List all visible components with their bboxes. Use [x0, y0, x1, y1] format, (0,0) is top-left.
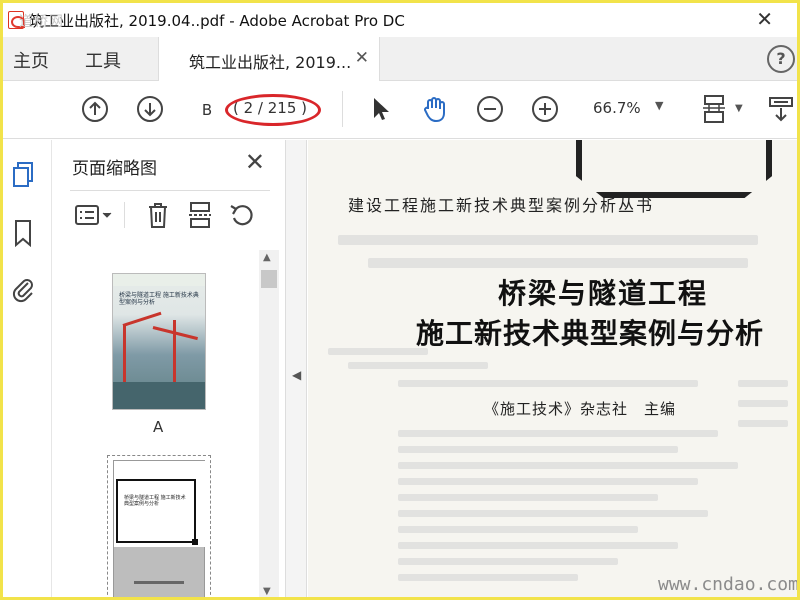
options-menu-icon[interactable]	[72, 200, 116, 230]
navigation-rail	[3, 140, 43, 597]
scroll-down-icon[interactable]: ▼	[263, 586, 271, 597]
document-tab-close-button[interactable]: ✕	[355, 48, 369, 68]
page-fit-chevron-icon[interactable]: ▼	[735, 103, 743, 114]
hand-icon[interactable]	[421, 95, 449, 123]
zoom-level[interactable]: 66.7%	[593, 99, 641, 117]
document-tab-label: 筑工业出版社, 2019...	[189, 53, 352, 72]
thumbnail-page-2-text: 桥梁与隧道工程 施工新技术典型案例与分析	[124, 495, 186, 507]
app-window: 道桥网 筑工业出版社, 2019.04..pdf - Adobe Acrobat…	[0, 0, 800, 600]
arrow-up-circle-icon[interactable]	[81, 95, 109, 123]
panel-divider	[70, 190, 270, 191]
series-title: 建设工程施工新技术典型案例分析丛书	[348, 196, 655, 215]
cover-frame-shape	[576, 140, 772, 198]
arrow-down-circle-icon[interactable]	[136, 95, 164, 123]
window-title: 筑工业出版社, 2019.04..pdf - Adobe Acrobat Pro…	[29, 11, 405, 30]
scrollbar-thumb[interactable]	[261, 270, 277, 288]
red-annotation-ellipse	[225, 94, 321, 126]
viewport-indicator[interactable]: 桥梁与隧道工程 施工新技术典型案例与分析	[116, 479, 198, 545]
panel-collapse-strip[interactable]: ◀	[285, 140, 307, 597]
thumbnail-page-2: 桥梁与隧道工程 施工新技术典型案例与分析	[113, 460, 206, 597]
editor-credit: 《施工技术》杂志社 主编	[484, 400, 677, 418]
help-button[interactable]: ?	[767, 45, 795, 73]
pages-icon[interactable]	[9, 160, 37, 190]
zoom-dropdown-chevron-icon[interactable]: ▼	[655, 99, 663, 112]
document-page: 建设工程施工新技术典型案例分析丛书 桥梁与隧道工程 施工新技术典型案例与分析 《…	[308, 140, 797, 597]
title-bar: 道桥网 筑工业出版社, 2019.04..pdf - Adobe Acrobat…	[3, 3, 797, 37]
page-fit-icon[interactable]	[701, 95, 729, 123]
scroll-up-icon[interactable]: ▲	[263, 252, 271, 263]
panel-scrollbar[interactable]: ▲ ▼	[259, 250, 279, 597]
zoom-out-icon[interactable]	[476, 95, 504, 123]
watermark-logo: 道桥网	[19, 14, 64, 30]
panel-tool-divider	[124, 202, 125, 228]
page-label-input[interactable]: B	[191, 98, 223, 122]
tab-document[interactable]: 筑工业出版社, 2019... ✕	[158, 37, 380, 81]
zoom-in-icon[interactable]	[531, 95, 559, 123]
tab-tools[interactable]: 工具	[85, 47, 121, 73]
main-title-line-1: 桥梁与隧道工程	[498, 277, 709, 310]
bookmark-icon[interactable]	[9, 218, 37, 248]
thumbnail-page-2-selected[interactable]: 桥梁与隧道工程 施工新技术典型案例与分析	[107, 455, 211, 597]
toolbar-divider	[342, 91, 343, 127]
insert-page-icon[interactable]	[186, 200, 214, 230]
toolbar: B ( 2 / 215 ) 66.7% ▼ ▼	[3, 81, 797, 139]
panel-close-button[interactable]: ✕	[245, 148, 265, 176]
main-title-line-2: 施工新技术典型案例与分析	[416, 317, 765, 350]
attachment-icon[interactable]	[9, 274, 37, 304]
tab-home[interactable]: 主页	[13, 47, 49, 73]
panel-title: 页面缩略图	[72, 159, 157, 179]
delete-icon[interactable]	[144, 200, 172, 230]
window-close-button[interactable]: ✕	[756, 7, 773, 31]
site-watermark: www.cndao.com	[658, 574, 797, 595]
thumbnail-label: A	[153, 418, 164, 436]
rotate-icon[interactable]	[228, 200, 256, 230]
pointer-icon[interactable]	[367, 95, 395, 123]
more-tools-icon[interactable]	[767, 95, 795, 123]
thumbnail-panel: 页面缩略图 ✕ ▲ ▼ 桥梁与隧道工程 施工新技术典型案例与分析 A 桥梁与隧道…	[51, 140, 281, 597]
tab-bar: 主页 工具 筑工业出版社, 2019... ✕ ?	[3, 37, 797, 81]
viewport-resize-handle[interactable]	[192, 539, 198, 545]
collapse-arrow-icon[interactable]: ◀	[292, 368, 301, 382]
thumbnail-cover-text: 桥梁与隧道工程 施工新技术典型案例与分析	[119, 292, 199, 306]
thumbnail-page-a[interactable]: 桥梁与隧道工程 施工新技术典型案例与分析	[112, 273, 206, 410]
